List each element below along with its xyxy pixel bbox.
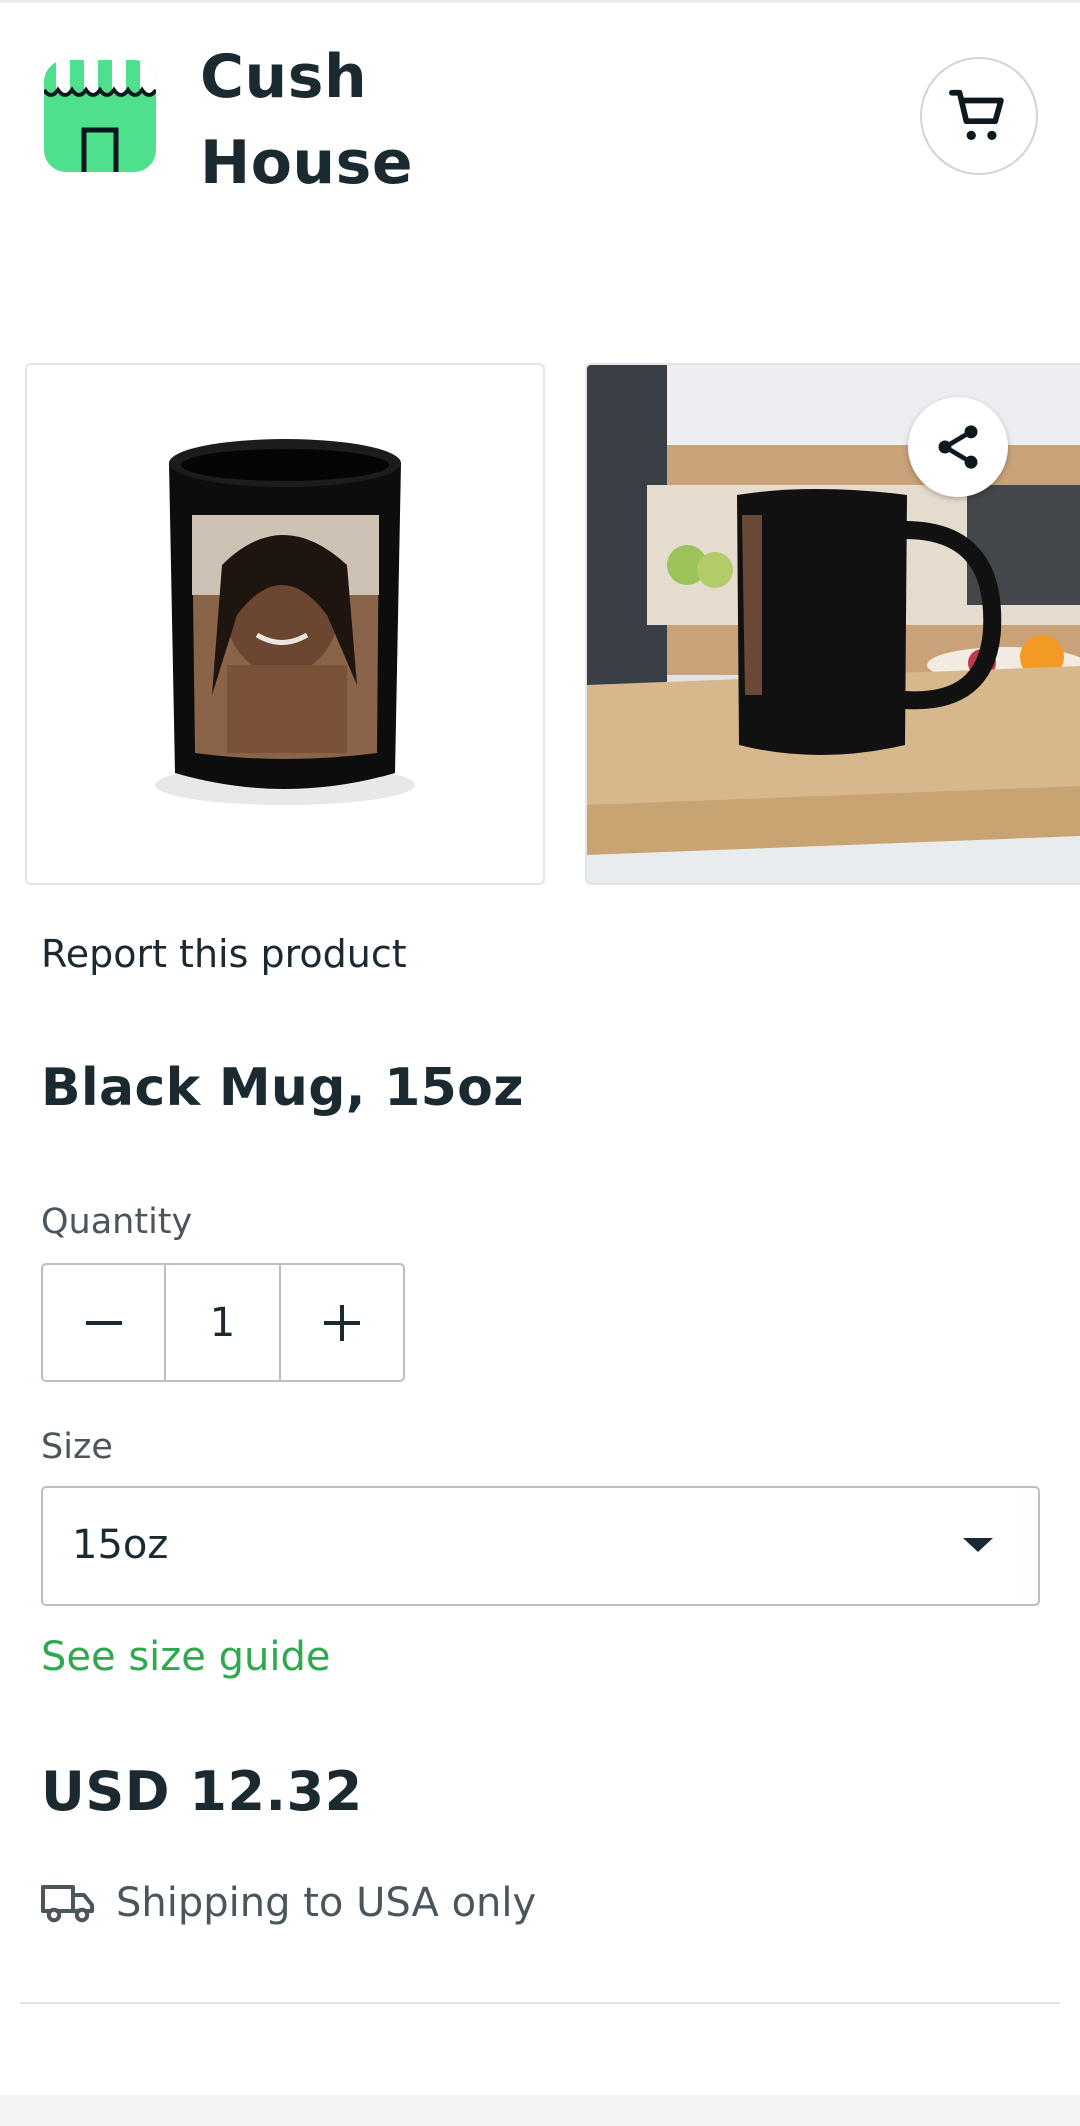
size-selected-value: 15oz xyxy=(72,1522,169,1568)
divider xyxy=(20,2002,1060,2004)
cart-icon xyxy=(949,89,1004,141)
report-product-link[interactable]: Report this product xyxy=(41,932,407,976)
size-guide-link[interactable]: See size guide xyxy=(41,1634,330,1680)
storefront-icon xyxy=(44,60,156,172)
size-label: Size xyxy=(41,1427,113,1467)
store-name[interactable]: Cush House xyxy=(200,34,413,206)
quantity-stepper: 1 xyxy=(41,1263,405,1382)
cart-button[interactable] xyxy=(920,57,1038,175)
product-title: Black Mug, 15oz xyxy=(41,1058,524,1118)
chevron-down-icon xyxy=(963,1538,993,1552)
plus-icon xyxy=(324,1304,360,1341)
truck-icon xyxy=(41,1885,94,1923)
top-edge xyxy=(0,0,1080,3)
product-price: USD 12.32 xyxy=(41,1760,363,1823)
shipping-text: Shipping to USA only xyxy=(116,1880,537,1926)
quantity-label: Quantity xyxy=(41,1202,193,1242)
quantity-value[interactable]: 1 xyxy=(166,1265,279,1380)
shipping-info: Shipping to USA only xyxy=(40,1880,536,1926)
minus-icon xyxy=(85,1320,122,1325)
share-icon xyxy=(938,425,978,469)
product-image-1[interactable] xyxy=(25,363,545,885)
footer-band xyxy=(0,2095,1080,2126)
share-button[interactable] xyxy=(908,397,1008,497)
store-logo[interactable] xyxy=(44,60,156,172)
quantity-decrease-button[interactable] xyxy=(43,1265,166,1380)
mug-photo xyxy=(27,365,543,883)
quantity-increase-button[interactable] xyxy=(279,1265,403,1380)
size-select[interactable]: 15oz xyxy=(41,1486,1040,1606)
